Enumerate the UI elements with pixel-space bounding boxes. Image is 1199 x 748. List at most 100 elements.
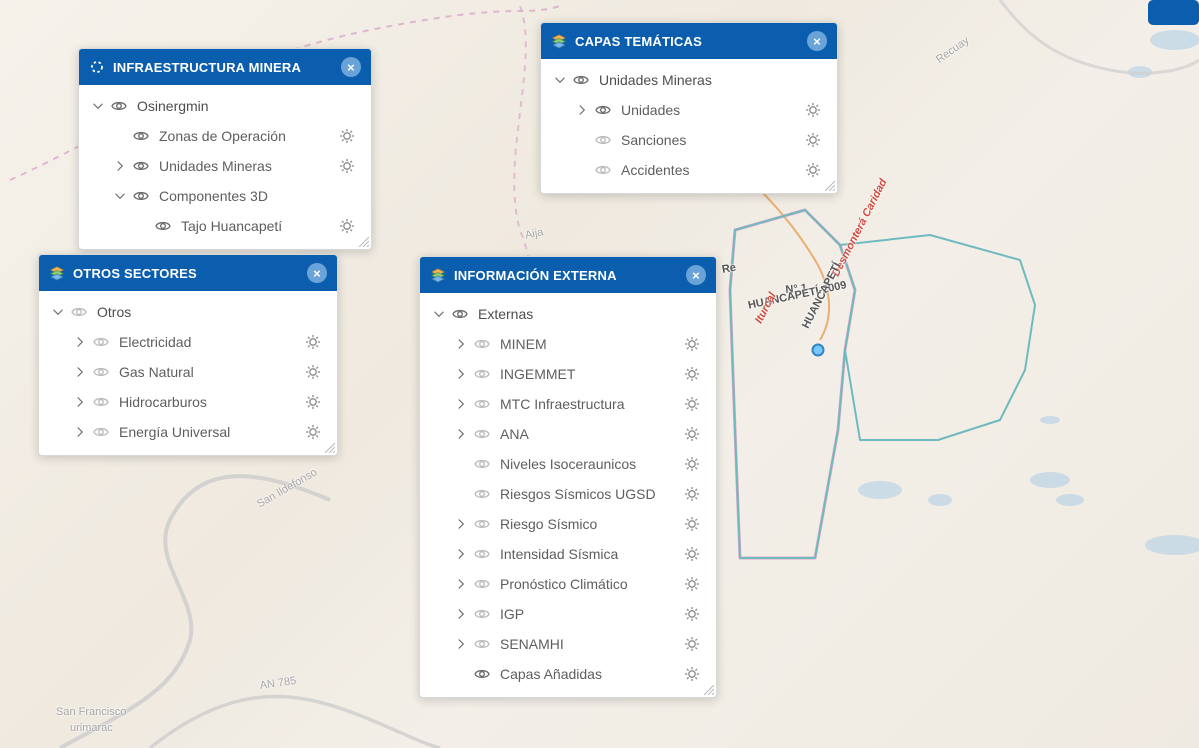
layer-row[interactable]: Unidades Mineras [545, 65, 833, 95]
layer-row[interactable]: ANA [424, 419, 712, 449]
layer-options-sun-icon[interactable] [682, 454, 702, 474]
close-button[interactable]: × [686, 265, 706, 285]
chevron-right-icon[interactable] [454, 637, 468, 651]
layer-row[interactable]: Osinergmin [83, 91, 367, 121]
visibility-eye-icon[interactable] [91, 362, 111, 382]
chevron-right-icon[interactable] [113, 159, 127, 173]
visibility-eye-icon[interactable] [593, 130, 613, 150]
visibility-eye-icon[interactable] [472, 364, 492, 384]
chevron-down-icon[interactable] [113, 189, 127, 203]
layer-row[interactable]: SENAMHI [424, 629, 712, 659]
chevron-down-icon[interactable] [51, 305, 65, 319]
layer-options-sun-icon[interactable] [682, 544, 702, 564]
chevron-right-icon[interactable] [575, 103, 589, 117]
chevron-right-icon[interactable] [73, 395, 87, 409]
layer-row[interactable]: Sanciones [545, 125, 833, 155]
visibility-eye-icon[interactable] [472, 454, 492, 474]
layer-options-sun-icon[interactable] [682, 514, 702, 534]
layer-options-sun-icon[interactable] [682, 484, 702, 504]
layer-row[interactable]: Componentes 3D [83, 181, 367, 211]
visibility-eye-icon[interactable] [450, 304, 470, 324]
chevron-right-icon[interactable] [73, 425, 87, 439]
layer-row[interactable]: Intensidad Sísmica [424, 539, 712, 569]
layer-row[interactable]: MTC Infraestructura [424, 389, 712, 419]
visibility-eye-icon[interactable] [131, 126, 151, 146]
layer-options-sun-icon[interactable] [682, 394, 702, 414]
chevron-right-icon[interactable] [454, 397, 468, 411]
close-button[interactable]: × [341, 57, 361, 77]
layer-options-sun-icon[interactable] [682, 664, 702, 684]
layer-options-sun-icon[interactable] [682, 364, 702, 384]
layer-options-sun-icon[interactable] [337, 156, 357, 176]
visibility-eye-icon[interactable] [472, 544, 492, 564]
layer-options-sun-icon[interactable] [682, 424, 702, 444]
visibility-eye-icon[interactable] [69, 302, 89, 322]
panel-header[interactable]: INFORMACIÓN EXTERNA× [420, 257, 716, 293]
panel-info[interactable]: INFORMACIÓN EXTERNA× ExternasMINEMINGEMME… [419, 256, 717, 698]
panel-header[interactable]: OTROS SECTORES× [39, 255, 337, 291]
visibility-eye-icon[interactable] [472, 424, 492, 444]
layer-options-sun-icon[interactable] [303, 392, 323, 412]
visibility-eye-icon[interactable] [131, 156, 151, 176]
layer-row[interactable]: Niveles Isoceraunicos [424, 449, 712, 479]
chevron-right-icon[interactable] [454, 427, 468, 441]
layer-row[interactable]: Energía Universal [43, 417, 333, 447]
layer-row[interactable]: Externas [424, 299, 712, 329]
visibility-eye-icon[interactable] [472, 574, 492, 594]
layer-row[interactable]: Unidades [545, 95, 833, 125]
visibility-eye-icon[interactable] [472, 604, 492, 624]
panel-otros[interactable]: OTROS SECTORES× OtrosElectricidadGas Natu… [38, 254, 338, 456]
visibility-eye-icon[interactable] [153, 216, 173, 236]
layer-row[interactable]: Riesgo Sísmico [424, 509, 712, 539]
layer-options-sun-icon[interactable] [682, 574, 702, 594]
layer-options-sun-icon[interactable] [337, 126, 357, 146]
chevron-right-icon[interactable] [454, 367, 468, 381]
visibility-eye-icon[interactable] [571, 70, 591, 90]
layer-row[interactable]: Accidentes [545, 155, 833, 185]
close-button[interactable]: × [307, 263, 327, 283]
layer-row[interactable]: Hidrocarburos [43, 387, 333, 417]
visibility-eye-icon[interactable] [593, 160, 613, 180]
layer-row[interactable]: Zonas de Operación [83, 121, 367, 151]
layer-row[interactable]: INGEMMET [424, 359, 712, 389]
layer-options-sun-icon[interactable] [337, 216, 357, 236]
visibility-eye-icon[interactable] [91, 422, 111, 442]
panel-header[interactable]: INFRAESTRUCTURA MINERA× [79, 49, 371, 85]
close-button[interactable]: × [807, 31, 827, 51]
visibility-eye-icon[interactable] [109, 96, 129, 116]
layer-options-sun-icon[interactable] [803, 130, 823, 150]
visibility-eye-icon[interactable] [472, 394, 492, 414]
layer-row[interactable]: MINEM [424, 329, 712, 359]
layer-options-sun-icon[interactable] [303, 362, 323, 382]
layer-row[interactable]: Riesgos Sísmicos UGSD [424, 479, 712, 509]
layer-options-sun-icon[interactable] [682, 334, 702, 354]
layer-options-sun-icon[interactable] [682, 604, 702, 624]
chevron-right-icon[interactable] [454, 577, 468, 591]
chevron-right-icon[interactable] [454, 607, 468, 621]
chevron-right-icon[interactable] [454, 517, 468, 531]
layer-row[interactable]: Capas Añadidas [424, 659, 712, 689]
layer-options-sun-icon[interactable] [803, 100, 823, 120]
panel-infra[interactable]: INFRAESTRUCTURA MINERA× OsinergminZonas d… [78, 48, 372, 250]
chevron-down-icon[interactable] [553, 73, 567, 87]
layer-row[interactable]: Electricidad [43, 327, 333, 357]
visibility-eye-icon[interactable] [131, 186, 151, 206]
layer-options-sun-icon[interactable] [303, 422, 323, 442]
layer-options-sun-icon[interactable] [303, 332, 323, 352]
layer-row[interactable]: Otros [43, 297, 333, 327]
visibility-eye-icon[interactable] [472, 514, 492, 534]
visibility-eye-icon[interactable] [91, 392, 111, 412]
chevron-right-icon[interactable] [73, 335, 87, 349]
visibility-eye-icon[interactable] [472, 634, 492, 654]
visibility-eye-icon[interactable] [472, 664, 492, 684]
panel-capas[interactable]: CAPAS TEMÁTICAS×Unidades MinerasUnidades… [540, 22, 838, 194]
layer-options-sun-icon[interactable] [803, 160, 823, 180]
chevron-down-icon[interactable] [432, 307, 446, 321]
visibility-eye-icon[interactable] [472, 334, 492, 354]
layer-row[interactable]: IGP [424, 599, 712, 629]
chevron-right-icon[interactable] [73, 365, 87, 379]
visibility-eye-icon[interactable] [593, 100, 613, 120]
chevron-right-icon[interactable] [454, 547, 468, 561]
layer-row[interactable]: Gas Natural [43, 357, 333, 387]
layer-row[interactable]: Tajo Huancapetí [83, 211, 367, 241]
